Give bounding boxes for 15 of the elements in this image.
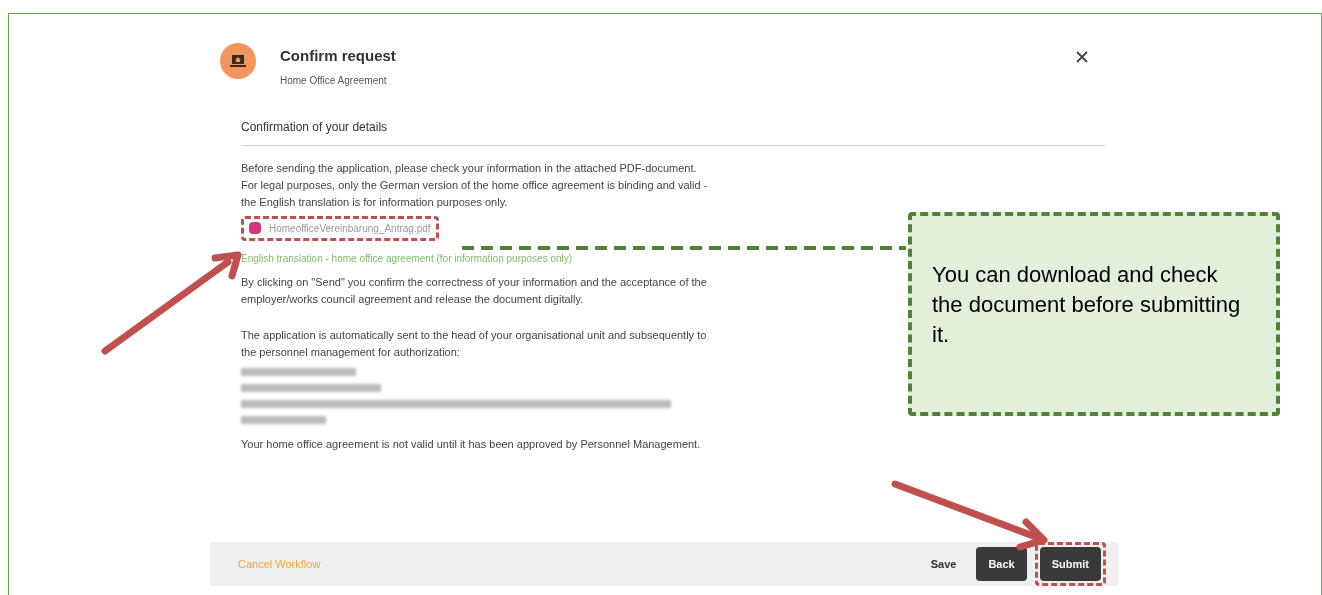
dialog-subtitle: Home Office Agreement (280, 73, 388, 88)
paragraph: Your home office agreement is not valid until it has been approved by Personnel Management. (241, 436, 702, 452)
action-button[interactable]: Back (976, 547, 1027, 581)
pdf-file-icon (249, 222, 261, 234)
laptop-icon (220, 43, 256, 79)
section-title: Confirmation of your details (241, 118, 389, 136)
action-button[interactable]: Submit (1039, 547, 1101, 581)
dialog-title: Confirm request (280, 46, 396, 66)
close-icon[interactable] (1076, 51, 1088, 63)
paragraph: The application is automatically sent to the head of your organisational unit and subsequently to the personnel management for authorization: (241, 327, 708, 360)
paragraph: Before sending the application, please check your information in the attached PDF-document. (241, 160, 698, 176)
paragraph: By clicking on "Send" you confirm the correctness of your information and the acceptance of the employer/works council agreement and release the document digitally. (241, 274, 708, 307)
callout-text: You can download and check the document before submitting it. (932, 261, 1242, 349)
save-button[interactable]: Save (918, 547, 969, 581)
paragraph: For legal purposes, only the German version of the home office agreement is binding and valid - the English translation is for information purposes only. (241, 177, 709, 210)
